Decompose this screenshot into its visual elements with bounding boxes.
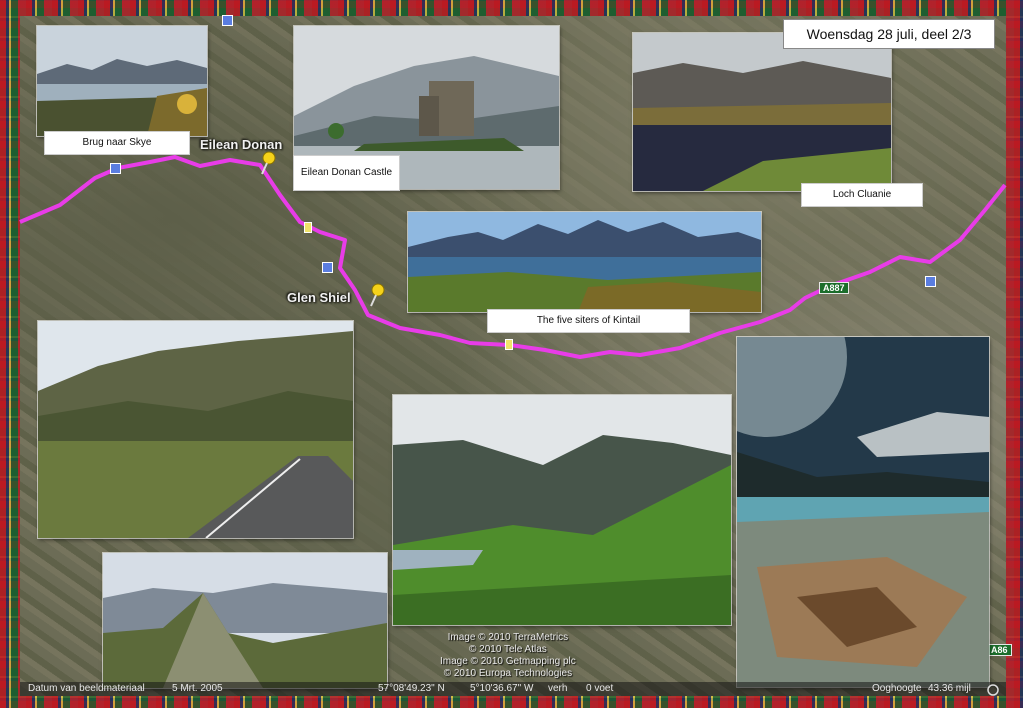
poi-marker-icon[interactable] — [304, 222, 312, 233]
elevation-value: 0 voet — [586, 683, 614, 694]
poi-marker-icon[interactable] — [505, 339, 513, 350]
road-sign-a86: A86 — [987, 644, 1012, 656]
caption-five-sisters: The five siters of Kintail — [487, 309, 690, 333]
map-marker-icon[interactable] — [925, 276, 936, 287]
map-marker-icon[interactable] — [110, 163, 121, 174]
photo-loch-cluanie — [633, 33, 891, 191]
photo-dramatic-loch — [737, 337, 989, 687]
map-label-glen-shiel: Glen Shiel — [287, 290, 351, 305]
photo-glen-road — [38, 321, 353, 538]
page-title: Woensdag 28 juli, deel 2/3 — [783, 19, 995, 49]
pushpin-icon[interactable] — [367, 282, 389, 308]
photo-green-valley — [393, 395, 731, 625]
photo-brug-naar-skye — [37, 26, 207, 136]
caption-loch-cluanie: Loch Cluanie — [801, 183, 923, 207]
longitude-readout: 5°10'36.67" W — [470, 683, 534, 694]
map-marker-icon[interactable] — [322, 262, 333, 273]
photo-mountain-ridge — [103, 553, 387, 688]
road-sign-a887: A887 — [819, 282, 849, 294]
pushpin-icon[interactable] — [258, 150, 280, 176]
imagery-date-label: Datum van beeldmateriaal — [28, 683, 145, 694]
caption-brug: Brug naar Skye — [44, 131, 190, 155]
copyright-line: © 2010 Europa Technologies — [443, 668, 573, 679]
imagery-date-value: 5 Mrt. 2005 — [172, 683, 223, 694]
map-copyright: Image © 2010 TerraMetrics © 2010 Tele At… — [440, 632, 576, 680]
copyright-line: Image © 2010 TerraMetrics — [447, 632, 569, 643]
copyright-line: © 2010 Tele Atlas — [468, 644, 547, 655]
latitude-readout: 57°08'49.23" N — [378, 683, 445, 694]
eye-altitude-label: Ooghoogte — [872, 683, 922, 694]
copyright-line: Image © 2010 Getmapping plc — [440, 656, 576, 667]
map-marker-icon[interactable] — [222, 15, 233, 26]
caption-eilean-donan: Eilean Donan Castle — [293, 155, 400, 191]
photo-five-sisters-kintail — [408, 212, 761, 312]
map-status-bar: Datum van beeldmateriaal 5 Mrt. 2005 57°… — [20, 682, 1006, 696]
elevation-label: verh — [548, 683, 568, 694]
compass-icon[interactable] — [987, 684, 999, 696]
eye-altitude-value: 43.36 mijl — [928, 683, 971, 694]
